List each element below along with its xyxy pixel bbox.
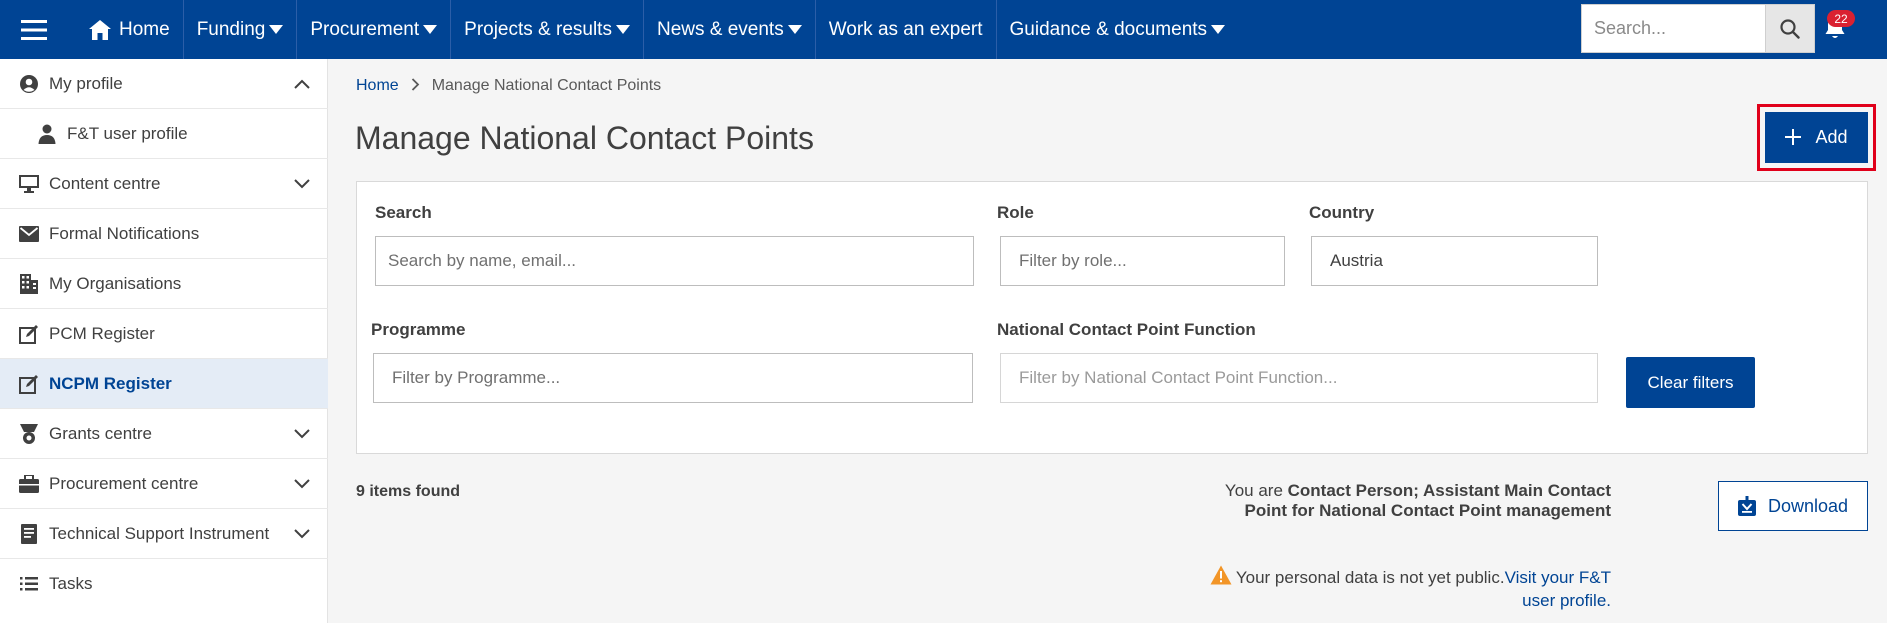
sidebar-item-technical-support-instrument[interactable]: Technical Support Instrument	[0, 509, 328, 559]
warning-icon	[1210, 565, 1232, 590]
download-button-label: Download	[1767, 495, 1849, 516]
nav-guidance-documents[interactable]: Guidance & documents	[997, 0, 1239, 59]
chevron-up-icon[interactable]	[294, 74, 310, 94]
ft-user-profile-link[interactable]: Visit your F&T user profile.	[1505, 568, 1611, 610]
grants-icon	[18, 423, 40, 445]
nav-news-events-label: News & events	[656, 18, 784, 40]
sidebar-item-pcm-register[interactable]: PCM Register	[0, 309, 328, 359]
nav-news-events[interactable]: News & events	[644, 0, 816, 59]
add-button[interactable]: Add	[1765, 112, 1868, 163]
nav-procurement-label: Procurement	[310, 18, 420, 40]
country-filter-input[interactable]	[1311, 236, 1598, 286]
breadcrumb: Home Manage National Contact Points	[356, 77, 661, 95]
sidebar-item-my-organisations[interactable]: My Organisations	[0, 259, 328, 309]
sidebar-item-procurement-centre[interactable]: Procurement centre	[0, 459, 328, 509]
chevron-right-icon	[411, 78, 420, 94]
search-button[interactable]	[1766, 4, 1815, 53]
page-title: Manage National Contact Points	[355, 120, 814, 156]
search-filter-input[interactable]	[375, 236, 974, 286]
download-icon	[1737, 496, 1756, 516]
nav-work-as-expert-label: Work as an expert	[828, 18, 983, 40]
breadcrumb-current: Manage National Contact Points	[431, 77, 662, 94]
nav-home-label: Home	[119, 18, 170, 40]
sidebar-item-content-centre[interactable]: Content centre	[0, 159, 328, 209]
items-found-count: 9 items found	[356, 483, 461, 500]
download-button[interactable]: Download	[1718, 481, 1868, 531]
nav-work-as-expert[interactable]: Work as an expert	[816, 0, 997, 59]
filters-panel: Search Role Country Programme National C…	[356, 181, 1868, 454]
role-prefix: You are	[1224, 481, 1288, 500]
sidebar-item-label: Formal Notifications	[49, 223, 200, 243]
notification-count-badge: 22	[1827, 10, 1855, 27]
chevron-down-icon[interactable]	[294, 474, 310, 494]
sidebar-item-label: F&T user profile	[67, 123, 188, 143]
list-icon	[18, 573, 40, 595]
role-filter-input[interactable]	[1000, 236, 1285, 286]
sidebar-item-label: My profile	[49, 73, 123, 93]
nav-funding-label: Funding	[196, 18, 266, 40]
chevron-down-icon[interactable]	[294, 424, 310, 444]
menu-icon[interactable]	[0, 0, 67, 59]
caret-down-icon	[423, 25, 438, 34]
global-search	[1581, 4, 1815, 53]
search-filter-label: Search	[375, 203, 432, 222]
user-circle-icon	[18, 73, 40, 95]
plus-icon	[1785, 126, 1802, 150]
clear-filters-button[interactable]: Clear filters	[1626, 357, 1755, 408]
nav-guidance-documents-label: Guidance & documents	[1009, 18, 1208, 40]
sidebar-item-label: PCM Register	[49, 323, 155, 343]
monitor-icon	[18, 173, 40, 195]
search-icon	[1780, 18, 1800, 39]
sidebar-item-label: Technical Support Instrument	[49, 523, 270, 543]
user-role-info: You are Contact Person; Assistant Main C…	[1220, 481, 1611, 521]
programme-filter-input[interactable]	[373, 353, 973, 403]
sidebar-item-formal-notifications[interactable]: Formal Notifications	[0, 209, 328, 259]
chevron-down-icon[interactable]	[294, 174, 310, 194]
document-icon	[18, 523, 40, 545]
caret-down-icon	[787, 25, 802, 34]
sidebar-item-grants-centre[interactable]: Grants centre	[0, 409, 328, 459]
ncp-function-filter-label: National Contact Point Function	[997, 320, 1256, 339]
sidebar-item-label: Content centre	[49, 173, 161, 193]
personal-data-notice: Your personal data is not yet public.Vis…	[1200, 565, 1611, 611]
country-filter-label: Country	[1309, 203, 1375, 222]
sidebar: My profile F&T user profile Content cent…	[0, 59, 328, 623]
nav-projects-results-label: Projects & results	[464, 18, 612, 40]
global-search-input[interactable]	[1581, 4, 1766, 53]
sidebar-item-label: Grants centre	[49, 423, 152, 443]
programme-filter-label: Programme	[371, 320, 466, 339]
building-icon	[18, 273, 40, 295]
sidebar-item-ft-user-profile[interactable]: F&T user profile	[0, 109, 328, 159]
envelope-icon	[18, 223, 40, 245]
caret-down-icon	[615, 25, 630, 34]
chevron-down-icon[interactable]	[294, 524, 310, 544]
notice-text: Your personal data is not yet public.	[1235, 568, 1505, 587]
sidebar-item-label: Tasks	[49, 574, 93, 593]
edit-icon	[18, 373, 40, 395]
briefcase-icon	[18, 473, 40, 495]
sidebar-item-my-profile[interactable]: My profile	[0, 59, 328, 109]
sidebar-item-tasks[interactable]: Tasks	[0, 559, 328, 609]
add-button-label: Add	[1815, 127, 1848, 147]
nav-home[interactable]: Home	[67, 0, 184, 59]
nav-funding[interactable]: Funding	[184, 0, 298, 59]
sidebar-item-label: NCPM Register	[49, 373, 172, 393]
sidebar-item-ncpm-register[interactable]: NCPM Register	[0, 359, 328, 409]
nav-projects-results[interactable]: Projects & results	[451, 0, 644, 59]
caret-down-icon	[269, 25, 284, 34]
sidebar-item-label: Procurement centre	[49, 473, 199, 493]
person-icon	[36, 123, 58, 145]
role-filter-label: Role	[997, 203, 1034, 222]
caret-down-icon	[1211, 25, 1226, 34]
sidebar-item-label: My Organisations	[49, 273, 182, 293]
ncp-function-filter-input[interactable]	[1000, 353, 1598, 403]
home-icon	[89, 19, 111, 40]
role-value: Contact Person; Assistant Main Contact P…	[1244, 481, 1611, 520]
nav-procurement[interactable]: Procurement	[297, 0, 452, 59]
edit-icon	[18, 323, 40, 345]
breadcrumb-home-link[interactable]: Home	[356, 77, 399, 95]
